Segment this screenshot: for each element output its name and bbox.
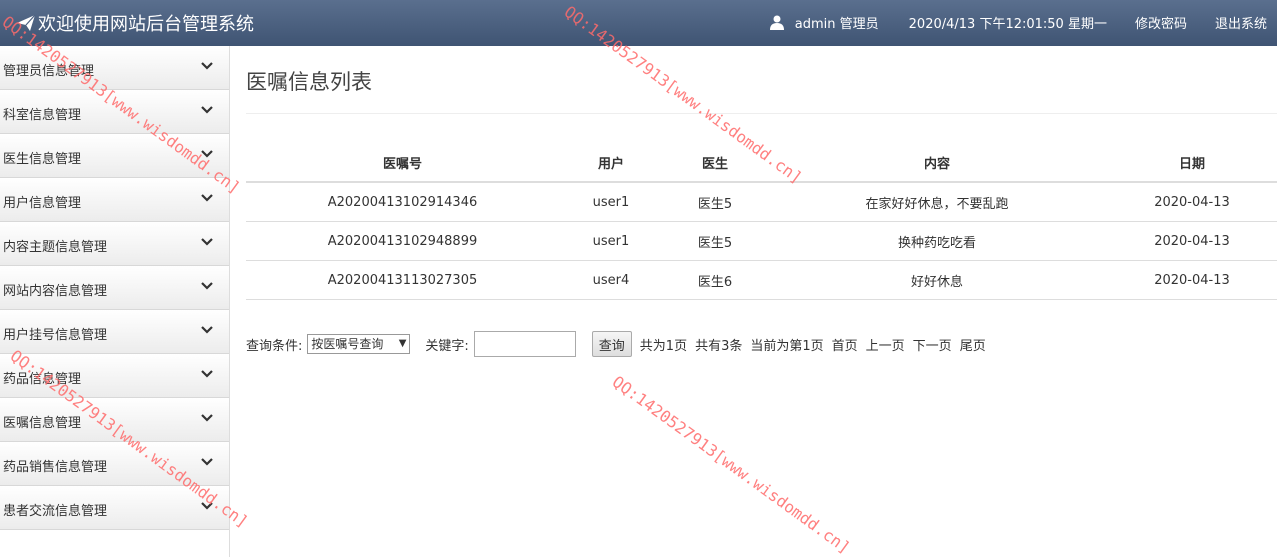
sidebar-item-10[interactable]: 患者交流信息管理 — [0, 486, 229, 530]
table-header-row: 医嘱号 用户 医生 内容 日期 — [246, 143, 1277, 183]
sidebar-item-7[interactable]: 药品信息管理 — [0, 354, 229, 398]
cell-date: 2020-04-13 — [1107, 182, 1277, 222]
sidebar-item-label: 用户挂号信息管理 — [3, 328, 108, 343]
sidebar-item-6[interactable]: 用户挂号信息管理 — [0, 310, 229, 354]
cell-date: 2020-04-13 — [1107, 260, 1277, 300]
sidebar-item-9[interactable]: 药品销售信息管理 — [0, 442, 229, 486]
logo: 欢迎使用网站后台管理系统 — [16, 10, 254, 36]
sidebar-item-label: 用户信息管理 — [3, 196, 82, 211]
change-password-link[interactable]: 修改密码 — [1135, 13, 1187, 32]
top-header: 欢迎使用网站后台管理系统 admin 管理员 2020/4/13 下午12:01… — [0, 0, 1277, 46]
cell-order-no: A20200413102914346 — [246, 182, 559, 222]
total-pages: 共为1页 — [639, 338, 688, 354]
paper-plane-icon — [17, 14, 36, 31]
logout-link[interactable]: 退出系统 — [1215, 13, 1267, 32]
app-title: 欢迎使用网站后台管理系统 — [38, 14, 254, 35]
cell-content: 在家好好休息，不要乱跑 — [767, 182, 1107, 222]
col-header-date: 日期 — [1107, 143, 1277, 183]
sidebar-item-label: 医生信息管理 — [3, 152, 82, 167]
total-records: 共有3条 — [695, 338, 743, 354]
chevron-down-icon — [201, 106, 213, 114]
orders-table: 医嘱号 用户 医生 内容 日期 A20200413102914346 user1… — [246, 143, 1277, 300]
chevron-down-icon — [201, 194, 213, 202]
current-user: admin 管理员 — [794, 16, 879, 32]
chevron-down-icon — [201, 282, 213, 290]
last-page-link[interactable]: 尾页 — [960, 335, 986, 354]
chevron-down-icon — [201, 458, 213, 466]
keyword-input[interactable] — [473, 331, 576, 357]
table-row[interactable]: A20200413113027305 user4 医生6 好好休息 2020-0… — [246, 260, 1277, 300]
condition-select[interactable]: 按医嘱号查询 ▼ — [307, 334, 411, 354]
current-datetime: 2020/4/13 下午12:01:50 星期一 — [908, 16, 1107, 32]
cell-doctor: 医生5 — [663, 221, 767, 261]
sidebar: 管理员信息管理 科室信息管理 医生信息管理 用户信息管理内容主题信息管理 网站内容信息管… — [0, 46, 230, 557]
sidebar-item-label: 科室信息管理 — [3, 108, 82, 123]
title-divider — [246, 113, 1277, 114]
sidebar-item-label: 内容主题信息管理 — [3, 240, 108, 255]
condition-label: 查询条件: — [246, 338, 303, 354]
sidebar-item-label: 管理员信息管理 — [3, 64, 95, 79]
watermark: QQ:1420527913[www.wisdomdd.cn] — [608, 372, 854, 557]
sidebar-item-label: 医嘱信息管理 — [3, 416, 82, 431]
table-row[interactable]: A20200413102948899 user1 医生5 换种药吃吃看 2020… — [246, 221, 1277, 261]
sidebar-item-2[interactable]: 医生信息管理 — [0, 134, 229, 178]
select-arrow-icon: ▼ — [396, 335, 407, 353]
cell-user: user1 — [559, 182, 663, 222]
search-button[interactable]: 查询 — [591, 331, 632, 357]
next-page-link[interactable]: 下一页 — [913, 335, 952, 354]
current-page: 当前为第1页 — [750, 338, 824, 354]
user-icon — [769, 15, 784, 30]
cell-doctor: 医生6 — [663, 260, 767, 300]
sidebar-item-0[interactable]: 管理员信息管理 — [0, 46, 229, 90]
sidebar-item-1[interactable]: 科室信息管理 — [0, 90, 229, 134]
cell-order-no: A20200413102948899 — [246, 221, 559, 261]
cell-content: 换种药吃吃看 — [767, 221, 1107, 261]
cell-content: 好好休息 — [767, 260, 1107, 300]
condition-select-value: 按医嘱号查询 — [311, 337, 384, 351]
chevron-down-icon — [201, 414, 213, 422]
chevron-down-icon — [201, 150, 213, 158]
col-header-user: 用户 — [559, 143, 663, 183]
chevron-down-icon — [201, 238, 213, 246]
sidebar-item-label: 药品信息管理 — [3, 372, 82, 387]
cell-order-no: A20200413113027305 — [246, 260, 559, 300]
cell-user: user1 — [559, 221, 663, 261]
col-header-order-no: 医嘱号 — [246, 143, 559, 183]
sidebar-item-label: 患者交流信息管理 — [3, 504, 108, 519]
sidebar-item-8[interactable]: 医嘱信息管理 — [0, 398, 229, 442]
header-right: admin 管理员 2020/4/13 下午12:01:50 星期一 修改密码 … — [769, 0, 1267, 44]
col-header-doctor: 医生 — [663, 143, 767, 183]
cell-date: 2020-04-13 — [1107, 221, 1277, 261]
keyword-label: 关键字: — [425, 338, 469, 354]
prev-page-link[interactable]: 上一页 — [866, 335, 905, 354]
chevron-down-icon — [201, 62, 213, 70]
sidebar-item-4[interactable]: 内容主题信息管理 — [0, 222, 229, 266]
sidebar-item-3[interactable]: 用户信息管理 — [0, 178, 229, 222]
cell-doctor: 医生5 — [663, 182, 767, 222]
col-header-content: 内容 — [767, 143, 1107, 183]
first-page-link[interactable]: 首页 — [832, 335, 858, 354]
table-row[interactable]: A20200413102914346 user1 医生5 在家好好休息，不要乱跑… — [246, 182, 1277, 222]
cell-user: user4 — [559, 260, 663, 300]
sidebar-item-label: 药品销售信息管理 — [3, 460, 108, 475]
sidebar-item-5[interactable]: 网站内容信息管理 — [0, 266, 229, 310]
query-bar: 查询条件: 按医嘱号查询 ▼ 关键字: 查询 共为1页 共有3条 当前为第1页 … — [246, 331, 986, 357]
page-title: 医嘱信息列表 — [246, 70, 372, 94]
chevron-down-icon — [201, 370, 213, 378]
chevron-down-icon — [201, 502, 213, 510]
chevron-down-icon — [201, 326, 213, 334]
sidebar-item-label: 网站内容信息管理 — [3, 284, 108, 299]
